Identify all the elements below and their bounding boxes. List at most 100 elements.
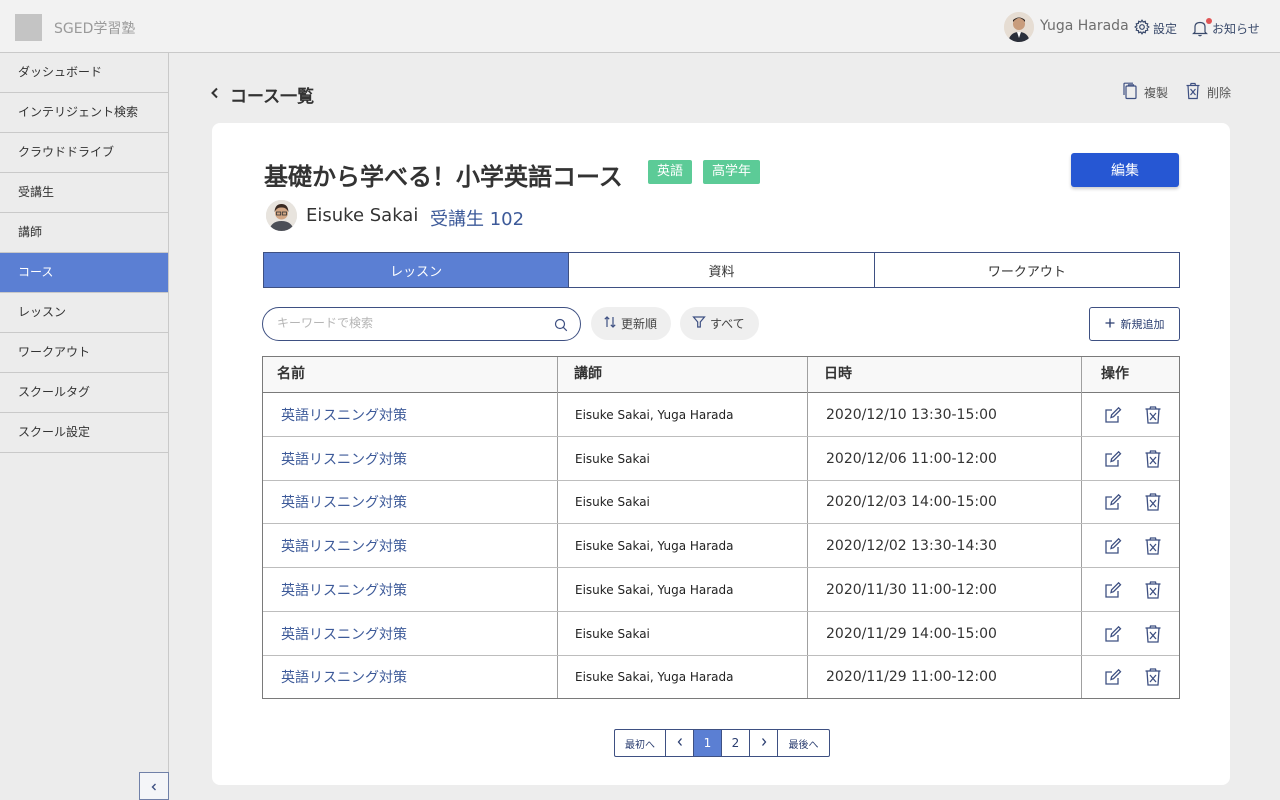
lesson-datetime: 2020/12/06 11:00-12:00 bbox=[826, 450, 997, 467]
course-tag-grade: 高学年 bbox=[703, 160, 761, 184]
back-to-course-list[interactable]: コース一覧 bbox=[208, 82, 314, 107]
sidebar-item-school-tags[interactable]: スクールタグ bbox=[0, 373, 168, 413]
notices-label: お知らせ bbox=[1212, 21, 1260, 36]
header-teacher: 講師 bbox=[574, 366, 602, 382]
lesson-name-link[interactable]: 英語リスニング対策 bbox=[281, 656, 407, 698]
teacher-name: Eisuke Sakai bbox=[306, 205, 419, 226]
lesson-name-link[interactable]: 英語リスニング対策 bbox=[281, 612, 407, 655]
edit-icon[interactable] bbox=[1103, 612, 1123, 655]
settings-button[interactable]: 設定 bbox=[1134, 19, 1177, 38]
sidebar-item-students[interactable]: 受講生 bbox=[0, 173, 168, 213]
teacher-avatar bbox=[266, 200, 297, 231]
chevron-left-icon bbox=[676, 737, 684, 750]
sidebar-item-teachers[interactable]: 講師 bbox=[0, 213, 168, 253]
lesson-teacher: Eisuke Sakai bbox=[575, 451, 650, 466]
course-title: 基礎から学べる！小学英語コース bbox=[264, 163, 623, 191]
sidebar-item-workouts[interactable]: ワークアウト bbox=[0, 333, 168, 373]
chevron-left-icon bbox=[208, 85, 222, 105]
trash-icon[interactable] bbox=[1143, 437, 1163, 480]
lesson-name-link[interactable]: 英語リスニング対策 bbox=[281, 393, 407, 436]
lessons-table: 名前 講師 日時 操作 英語リスニング対策 Eisuke Sakai, Yuga … bbox=[262, 356, 1180, 699]
edit-icon[interactable] bbox=[1103, 437, 1123, 480]
gear-icon bbox=[1134, 19, 1153, 38]
trash-icon[interactable] bbox=[1143, 612, 1163, 655]
header-name: 名前 bbox=[277, 366, 305, 382]
sidebar-item-intelligent-search[interactable]: インテリジェント検索 bbox=[0, 93, 168, 133]
lesson-datetime: 2020/12/03 14:00-15:00 bbox=[826, 494, 997, 510]
copy-label: 複製 bbox=[1144, 86, 1169, 100]
lesson-name-link[interactable]: 英語リスニング対策 bbox=[281, 437, 407, 480]
sidebar-item-dashboard[interactable]: ダッシュボード bbox=[0, 53, 168, 93]
page-number[interactable]: 1 bbox=[694, 730, 722, 756]
lesson-datetime: 2020/11/29 11:00-12:00 bbox=[826, 669, 997, 685]
table-row: 英語リスニング対策 Eisuke Sakai 2020/12/03 14:00-15… bbox=[263, 481, 1179, 524]
sidebar-item-school-settings[interactable]: スクール設定 bbox=[0, 413, 168, 453]
edit-icon[interactable] bbox=[1103, 393, 1123, 436]
lesson-name-link[interactable]: 英語リスニング対策 bbox=[281, 524, 407, 567]
lesson-name-link[interactable]: 英語リスニング対策 bbox=[281, 481, 407, 523]
page-first[interactable]: 最初へ bbox=[615, 730, 666, 756]
sort-button[interactable]: 更新順 bbox=[591, 307, 672, 340]
app-name: SGED学習塾 bbox=[54, 21, 136, 37]
page-prev[interactable] bbox=[666, 730, 694, 756]
trash-icon[interactable] bbox=[1143, 393, 1163, 436]
bell-icon bbox=[1191, 18, 1212, 37]
sidebar-item-courses[interactable]: コース bbox=[0, 253, 168, 293]
edit-course-button[interactable]: 編集 bbox=[1071, 153, 1179, 187]
search-input[interactable] bbox=[277, 316, 537, 330]
lesson-teacher: Eisuke Sakai bbox=[575, 626, 650, 641]
table-row: 英語リスニング対策 Eisuke Sakai 2020/11/29 14:00-15… bbox=[263, 612, 1179, 656]
sidebar: ダッシュボード インテリジェント検索 クラウドドライブ 受講生 講師 コース レ… bbox=[0, 53, 169, 800]
trash-icon[interactable] bbox=[1143, 481, 1163, 523]
course-tag-subject: 英語 bbox=[648, 160, 693, 184]
table-header: 名前 講師 日時 操作 bbox=[263, 357, 1179, 393]
trash-icon[interactable] bbox=[1143, 524, 1163, 567]
delete-label: 削除 bbox=[1207, 86, 1232, 100]
header-datetime: 日時 bbox=[824, 366, 852, 382]
sort-icon bbox=[603, 315, 621, 332]
user-avatar[interactable] bbox=[1004, 12, 1034, 42]
edit-icon[interactable] bbox=[1103, 524, 1123, 567]
tab-lessons[interactable]: レッスン bbox=[264, 253, 570, 287]
user-name[interactable]: Yuga Harada bbox=[1040, 18, 1129, 34]
edit-icon[interactable] bbox=[1103, 656, 1123, 698]
table-row: 英語リスニング対策 Eisuke Sakai 2020/12/06 11:00-12… bbox=[263, 437, 1179, 481]
sidebar-item-lessons[interactable]: レッスン bbox=[0, 293, 168, 333]
edit-icon[interactable] bbox=[1103, 568, 1123, 611]
delete-course-button[interactable]: 削除 bbox=[1185, 82, 1231, 103]
search-icon[interactable] bbox=[554, 317, 568, 336]
trash-icon bbox=[1185, 82, 1207, 103]
lesson-datetime: 2020/12/02 13:30-14:30 bbox=[826, 537, 997, 554]
add-lesson-button[interactable]: 新規追加 bbox=[1089, 307, 1180, 341]
chevron-left-icon bbox=[149, 777, 159, 796]
lesson-teacher: Eisuke Sakai, Yuga Harada bbox=[575, 538, 734, 553]
student-count-link[interactable]: 受講生 102 bbox=[430, 205, 524, 231]
chevron-right-icon bbox=[760, 737, 768, 750]
table-row: 英語リスニング対策 Eisuke Sakai, Yuga Harada 2020/1… bbox=[263, 524, 1179, 568]
sort-label: 更新順 bbox=[621, 317, 658, 331]
table-row: 英語リスニング対策 Eisuke Sakai, Yuga Harada 2020/1… bbox=[263, 656, 1179, 698]
lesson-teacher: Eisuke Sakai bbox=[575, 495, 650, 509]
sidebar-item-cloud-drive[interactable]: クラウドドライブ bbox=[0, 133, 168, 173]
filter-button[interactable]: すべて bbox=[680, 307, 759, 340]
trash-icon[interactable] bbox=[1143, 568, 1163, 611]
lesson-teacher: Eisuke Sakai, Yuga Harada bbox=[575, 407, 734, 422]
tab-workouts[interactable]: ワークアウト bbox=[875, 253, 1179, 287]
copy-course-button[interactable]: 複製 bbox=[1122, 82, 1168, 103]
lesson-datetime: 2020/11/30 11:00-12:00 bbox=[826, 581, 997, 598]
lesson-name-link[interactable]: 英語リスニング対策 bbox=[281, 568, 407, 611]
plus-icon bbox=[1105, 318, 1121, 331]
table-row: 英語リスニング対策 Eisuke Sakai, Yuga Harada 2020/1… bbox=[263, 568, 1179, 612]
notices-button[interactable]: お知らせ bbox=[1191, 18, 1260, 37]
page-next[interactable] bbox=[750, 730, 778, 756]
settings-label: 設定 bbox=[1153, 22, 1178, 36]
page-last[interactable]: 最後へ bbox=[778, 730, 829, 756]
trash-icon[interactable] bbox=[1143, 656, 1163, 698]
filter-label: すべて bbox=[710, 317, 745, 331]
notification-dot bbox=[1206, 18, 1212, 24]
page-number[interactable]: 2 bbox=[722, 730, 750, 756]
edit-icon[interactable] bbox=[1103, 481, 1123, 523]
tab-materials[interactable]: 資料 bbox=[569, 253, 875, 287]
lesson-teacher: Eisuke Sakai, Yuga Harada bbox=[575, 670, 734, 684]
sidebar-collapse-button[interactable] bbox=[139, 772, 169, 800]
